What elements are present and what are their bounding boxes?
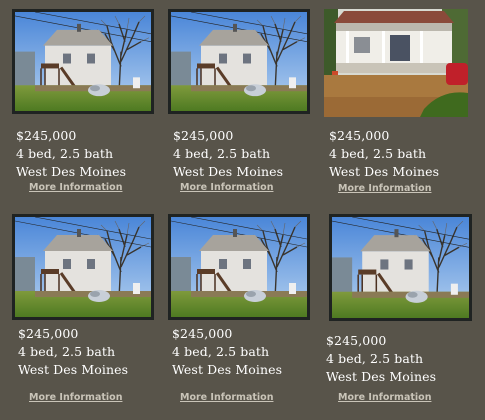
listing-photo[interactable] (168, 9, 310, 114)
listing-beds-baths: 4 bed, 2.5 bath (326, 351, 424, 366)
more-information-link[interactable]: More Information (29, 182, 122, 193)
listing-beds-baths: 4 bed, 2.5 bath (173, 146, 271, 161)
listing-price: $245,000 (173, 128, 234, 143)
listing-beds-baths: 4 bed, 2.5 bath (16, 146, 114, 161)
listing-city: West Des Moines (16, 164, 127, 179)
listing-beds-baths: 4 bed, 2.5 bath (172, 344, 270, 359)
listing-price: $245,000 (172, 326, 233, 341)
listing-price: $245,000 (16, 128, 77, 143)
listing-price: $245,000 (329, 128, 390, 143)
more-information-link[interactable]: More Information (180, 392, 273, 403)
listing-photo[interactable] (329, 214, 472, 321)
listing-city: West Des Moines (172, 362, 283, 377)
listing-city: West Des Moines (173, 164, 284, 179)
house-photo-back (171, 12, 307, 111)
listing-photo[interactable] (324, 9, 468, 117)
more-information-link[interactable]: More Information (338, 183, 431, 194)
more-information-link[interactable]: More Information (180, 182, 273, 193)
listing-city: West Des Moines (329, 164, 440, 179)
house-photo-back (171, 217, 307, 317)
more-information-link[interactable]: More Information (338, 392, 431, 403)
house-photo-back (15, 12, 151, 111)
listing-beds-baths: 4 bed, 2.5 bath (329, 146, 427, 161)
listing-city: West Des Moines (326, 369, 437, 384)
listing-photo[interactable] (12, 214, 154, 320)
house-photo-porch (324, 9, 468, 117)
listing-price: $245,000 (326, 333, 387, 348)
listing-photo[interactable] (12, 9, 154, 114)
house-photo-back (15, 217, 151, 317)
house-photo-back (332, 217, 469, 318)
listing-beds-baths: 4 bed, 2.5 bath (18, 344, 116, 359)
listing-price: $245,000 (18, 326, 79, 341)
listing-city: West Des Moines (18, 362, 129, 377)
more-information-link[interactable]: More Information (29, 392, 122, 403)
listing-photo[interactable] (168, 214, 310, 320)
